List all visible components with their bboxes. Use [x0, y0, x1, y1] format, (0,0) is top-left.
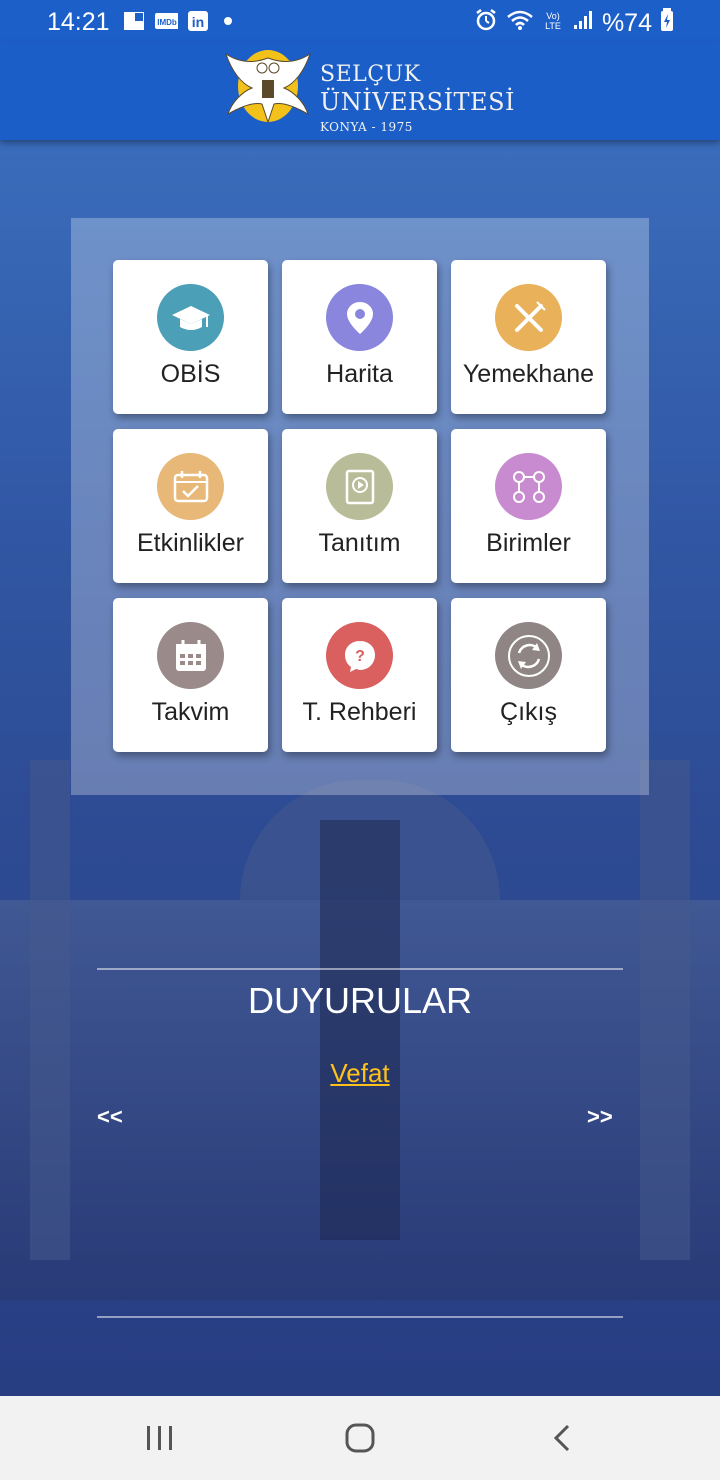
logo-line-3: KONYA - 1975 [320, 120, 413, 134]
tile-label: Etkinlikler [137, 529, 244, 557]
calendar-icon [157, 622, 224, 689]
volte-icon: Vo) LTE [542, 9, 564, 38]
svg-text:Vo): Vo) [546, 11, 560, 21]
tile-label: Yemekhane [462, 360, 595, 388]
help-chat-icon: ? [326, 622, 393, 689]
fork-knife-icon [495, 284, 562, 351]
recent-apps-icon[interactable] [138, 1416, 182, 1460]
signal-icon [572, 9, 594, 38]
tile-birimler[interactable]: Birimler [451, 429, 606, 583]
tile-telefon-rehberi[interactable]: ? T. Rehberi [282, 598, 437, 752]
tile-cikis[interactable]: Çıkış [451, 598, 606, 752]
network-icon [495, 453, 562, 520]
university-logo: SELÇUK ÜNİVERSİTESİ KONYA - 1975 [222, 42, 515, 140]
graduation-cap-icon [157, 284, 224, 351]
image-icon [122, 10, 146, 32]
svg-text:in: in [192, 14, 204, 30]
video-book-icon [326, 453, 393, 520]
alarm-icon [474, 8, 498, 39]
linkedin-icon: in [186, 10, 210, 32]
svg-text:LTE: LTE [545, 21, 561, 31]
logo-line-1: SELÇUK [320, 62, 421, 87]
home-icon[interactable] [338, 1416, 382, 1460]
location-pin-icon [326, 284, 393, 351]
tile-takvim[interactable]: Takvim [113, 598, 268, 752]
tile-label: Birimler [486, 529, 571, 557]
divider-top [97, 968, 623, 970]
eagle-emblem-icon [225, 50, 311, 124]
tile-label: Takvim [151, 698, 230, 726]
divider-bottom [97, 1316, 623, 1318]
tile-label: Çıkış [500, 698, 557, 726]
system-nav-bar [0, 1396, 720, 1480]
status-time: 14:21 [47, 8, 110, 36]
tile-yemekhane[interactable]: Yemekhane [451, 260, 606, 414]
tile-tanitim[interactable]: Tanıtım [282, 429, 437, 583]
tile-etkinlikler[interactable]: Etkinlikler [113, 429, 268, 583]
tile-label: Harita [326, 360, 393, 388]
tile-obis[interactable]: OBİS [113, 260, 268, 414]
tile-label: T. Rehberi [302, 698, 417, 726]
tile-label: OBİS [160, 360, 221, 388]
announcement-link[interactable]: Vefat [0, 1058, 720, 1089]
menu-panel: OBİS Harita Yemekhane Etkinlikler Tanıtı… [71, 218, 649, 795]
app-header: SELÇUK ÜNİVERSİTESİ KONYA - 1975 [0, 42, 720, 140]
next-announcement-button[interactable]: >> [587, 1104, 613, 1130]
refresh-exit-icon [495, 622, 562, 689]
tile-label: Tanıtım [318, 529, 401, 557]
battery-icon [660, 8, 674, 39]
back-icon[interactable] [540, 1416, 584, 1460]
logo-line-2: ÜNİVERSİTESİ [320, 88, 515, 116]
previous-announcement-button[interactable]: << [97, 1104, 123, 1130]
calendar-check-icon [157, 453, 224, 520]
wifi-icon [506, 9, 534, 38]
battery-text: %74 [601, 9, 652, 37]
announcements-title: DUYURULAR [247, 980, 473, 1021]
imdb-icon: IMDb [154, 10, 178, 32]
svg-text:IMDb: IMDb [157, 18, 177, 27]
tile-harita[interactable]: Harita [282, 260, 437, 414]
dot-icon [224, 17, 232, 25]
svg-text:?: ? [355, 648, 365, 665]
statue-silhouette [320, 820, 400, 1240]
status-bar: 14:21 IMDb in Vo) LTE %74 [0, 0, 720, 42]
